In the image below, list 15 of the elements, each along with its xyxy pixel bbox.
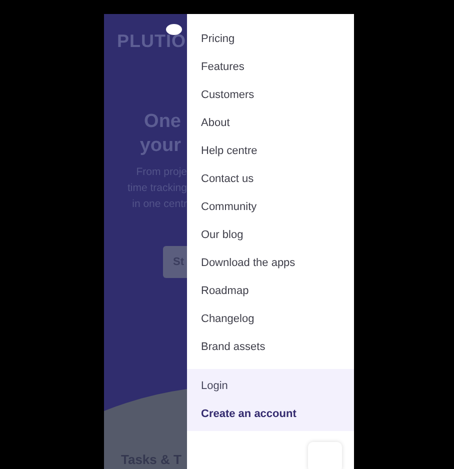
menu-item[interactable]: About [187, 109, 230, 137]
menu-item[interactable]: Contact us [187, 165, 254, 193]
menu-item[interactable]: Pricing [187, 25, 235, 53]
menu-item[interactable]: Brand assets [187, 333, 266, 361]
oval-shape [166, 24, 182, 35]
menu-item[interactable]: Customers [187, 81, 254, 109]
menu-item[interactable]: Roadmap [187, 277, 249, 305]
menu-item[interactable]: Community [187, 193, 257, 221]
create-account-link[interactable]: Create an account [187, 400, 296, 428]
login-link[interactable]: Login [187, 372, 228, 400]
menu-item[interactable]: Our blog [187, 221, 244, 249]
menu-item[interactable]: Download the apps [187, 249, 296, 277]
menu-item[interactable]: Changelog [187, 305, 254, 333]
menu-item[interactable]: Help centre [187, 137, 258, 165]
menu-item[interactable]: Features [187, 53, 244, 81]
